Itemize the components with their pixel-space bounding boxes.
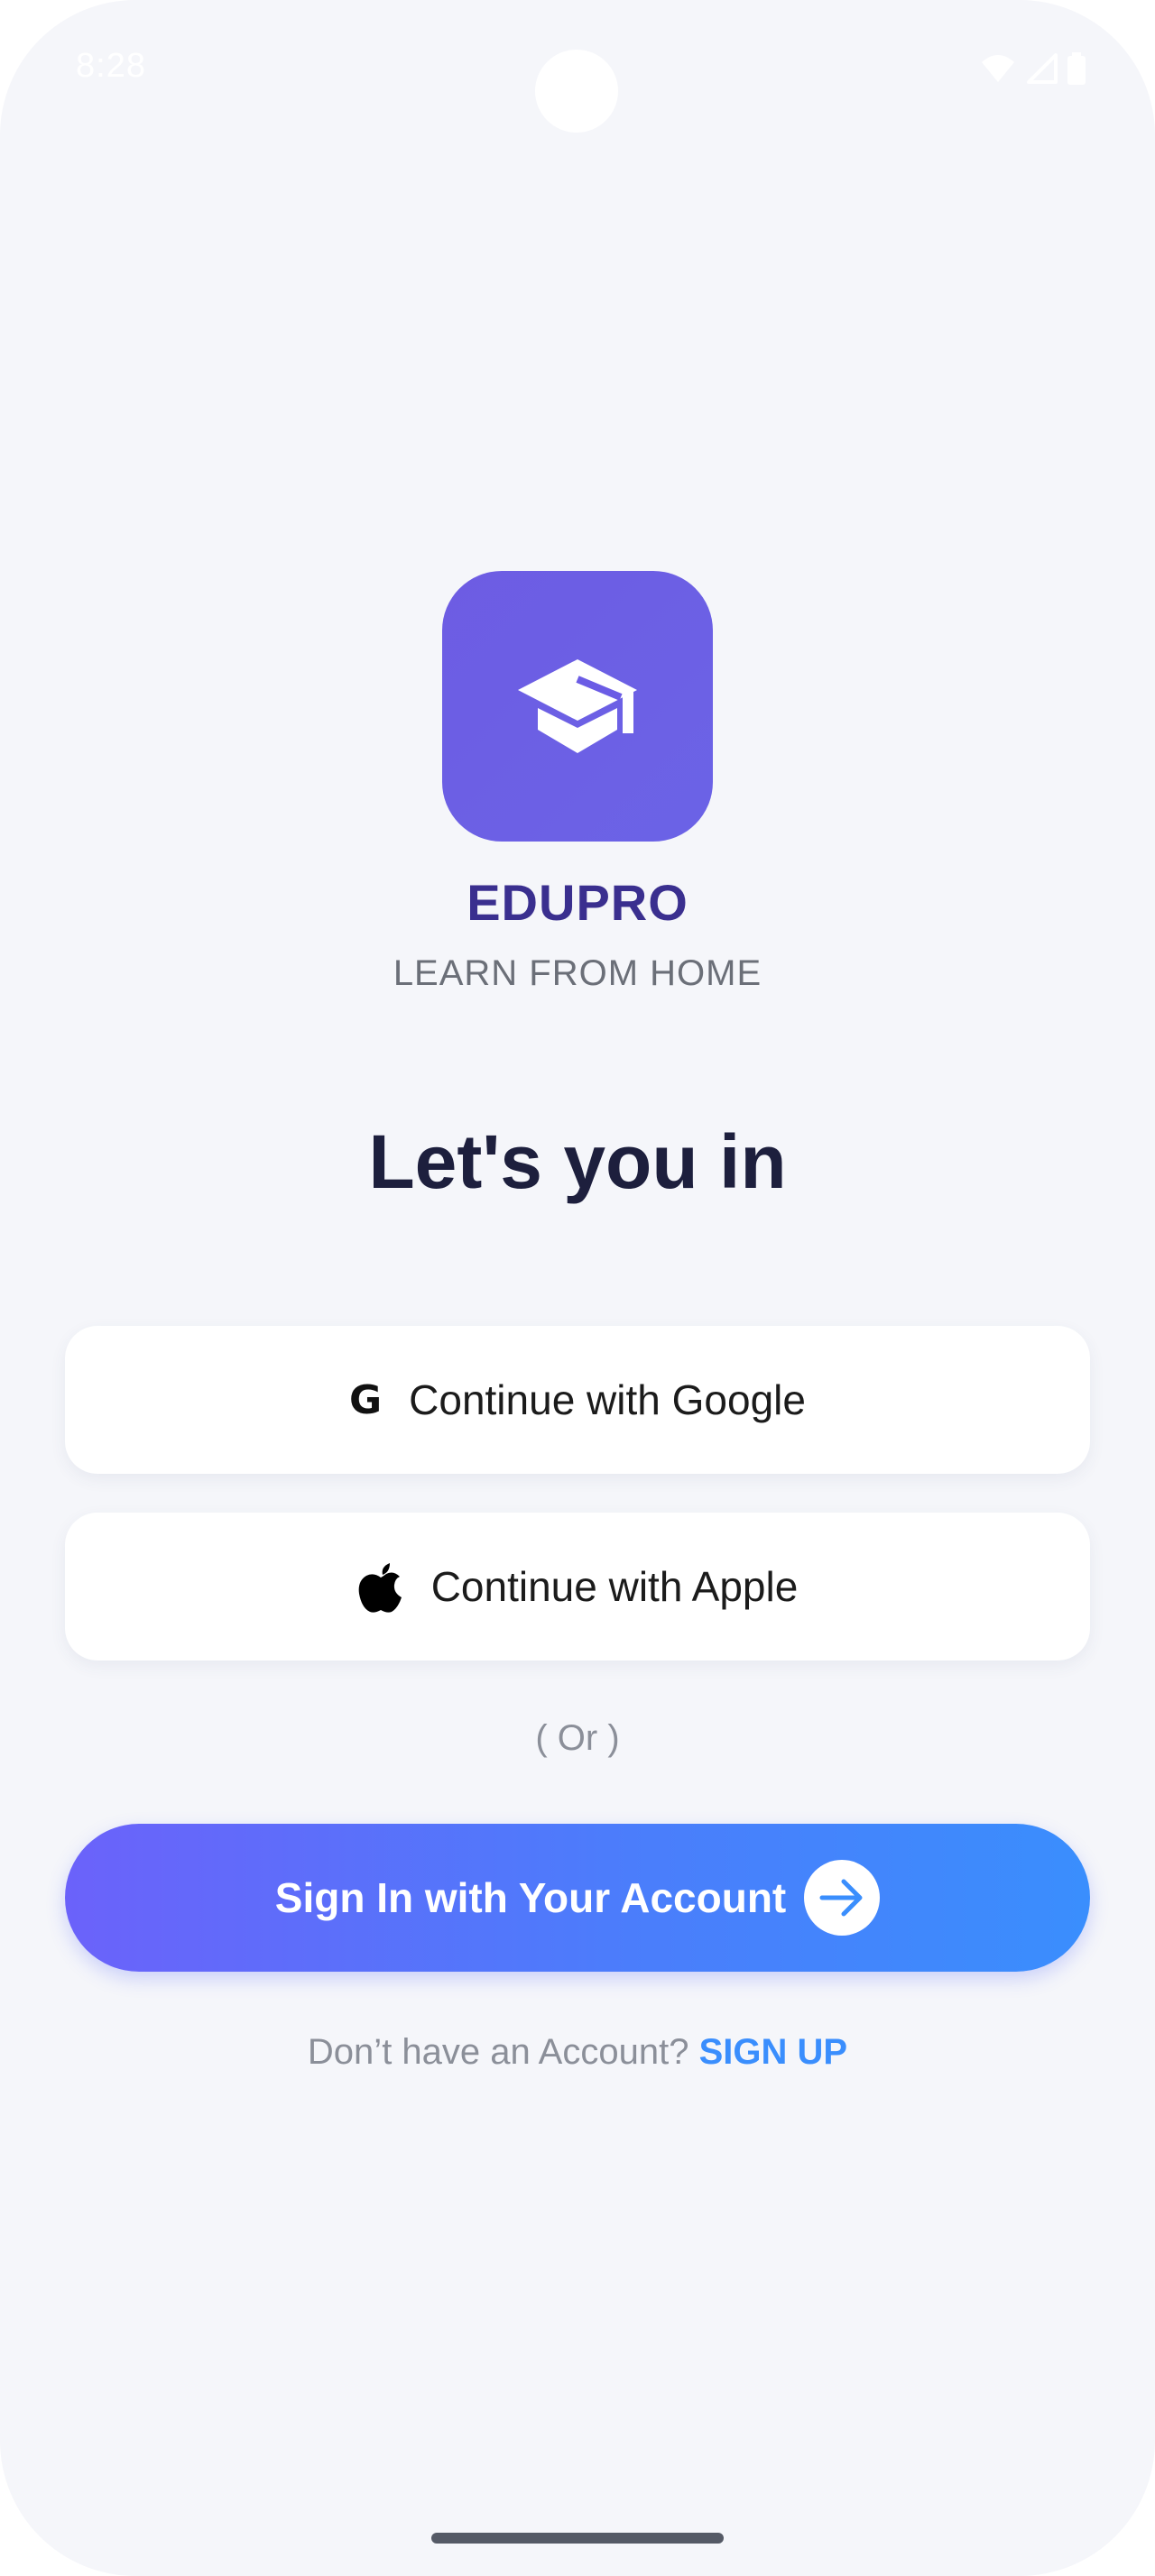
app-logo bbox=[442, 571, 713, 842]
continue-with-google-button[interactable]: G Continue with Google bbox=[65, 1326, 1090, 1474]
signup-prompt: Don’t have an Account? bbox=[307, 2032, 689, 2072]
arrow-right-icon bbox=[804, 1860, 881, 1936]
sign-up-link[interactable]: SIGN UP bbox=[699, 2032, 847, 2072]
continue-with-apple-button[interactable]: Continue with Apple bbox=[65, 1513, 1090, 1661]
signup-row: Don’t have an Account? SIGN UP bbox=[0, 2032, 1155, 2073]
wifi-icon bbox=[982, 55, 1014, 82]
phone-screen: 8:28 EDUPRO LEARN FROM HOME Let's you in… bbox=[0, 0, 1155, 2576]
sign-in-button-label: Sign In with Your Account bbox=[274, 1874, 787, 1921]
or-divider: ( Or ) bbox=[535, 1718, 620, 1758]
graduation-cap-icon bbox=[518, 659, 637, 753]
battery-icon bbox=[1067, 52, 1086, 85]
camera-cutout bbox=[535, 50, 618, 133]
sign-in-button[interactable]: Sign In with Your Account bbox=[65, 1824, 1090, 1972]
status-icons bbox=[980, 52, 1086, 85]
status-time: 8:28 bbox=[76, 47, 146, 85]
google-icon: G bbox=[349, 1376, 383, 1423]
apple-button-label: Continue with Apple bbox=[430, 1563, 799, 1610]
google-button-label: Continue with Google bbox=[409, 1376, 806, 1423]
brand-tagline: LEARN FROM HOME bbox=[393, 953, 762, 993]
apple-icon bbox=[358, 1563, 402, 1613]
home-indicator[interactable] bbox=[431, 2533, 724, 2544]
signal-icon bbox=[1027, 53, 1058, 84]
page-title: Let's you in bbox=[368, 1119, 787, 1204]
brand-name: EDUPRO bbox=[467, 874, 688, 931]
